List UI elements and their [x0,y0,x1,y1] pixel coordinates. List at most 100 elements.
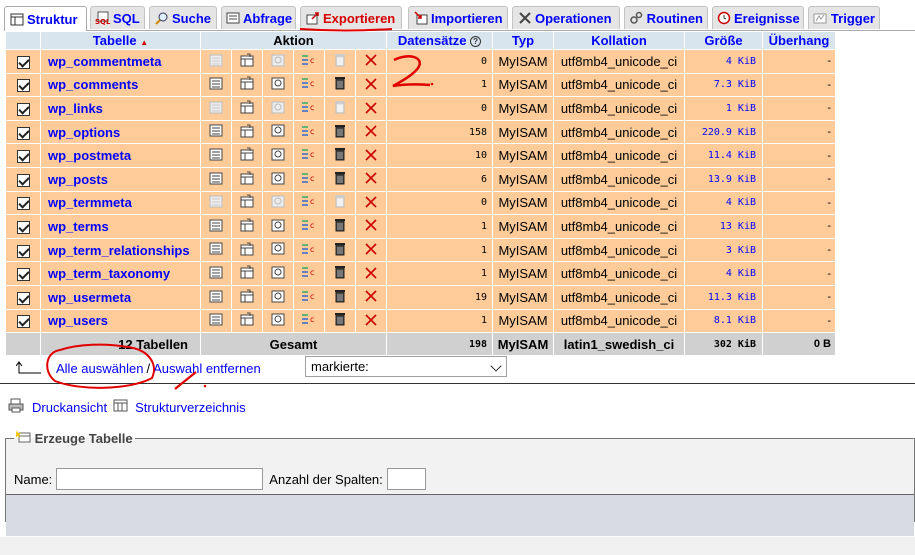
checkbox-checked[interactable] [16,197,30,211]
row-checkbox[interactable] [6,73,40,97]
row-checkbox[interactable] [6,50,40,73]
structure-action[interactable] [232,97,262,120]
structure-action[interactable] [232,262,262,285]
structure-action[interactable] [232,309,262,333]
drop-action[interactable] [356,309,386,333]
browse-action[interactable] [201,120,231,144]
data-dictionary-link[interactable]: Strukturverzeichnis [135,400,246,415]
search-action[interactable] [263,309,293,333]
table-name-link[interactable]: wp_links [41,97,200,120]
search-action[interactable] [263,238,293,262]
checkbox-checked[interactable] [16,173,30,187]
drop-action[interactable] [356,191,386,215]
insert-action[interactable]: c [294,215,324,238]
structure-action[interactable] [232,50,262,73]
insert-action[interactable]: c [294,309,324,333]
drop-action[interactable] [356,167,386,191]
tab-importieren[interactable]: Importieren [408,6,508,29]
structure-action[interactable] [232,167,262,191]
insert-action[interactable]: c [294,73,324,97]
drop-action[interactable] [356,120,386,144]
header-ueberhang[interactable]: Überhang [763,32,835,49]
checkbox-checked[interactable] [16,79,30,93]
structure-action[interactable] [232,144,262,167]
drop-action[interactable] [356,215,386,238]
browse-action[interactable] [201,144,231,167]
row-checkbox[interactable] [6,167,40,191]
table-size-link[interactable]: 13 KiB [685,215,762,238]
tab-abfrage[interactable]: Abfrage [221,6,296,29]
structure-action[interactable] [232,191,262,215]
insert-action[interactable]: c [294,50,324,73]
table-size-link[interactable]: 4 KiB [685,191,762,215]
drop-action[interactable] [356,73,386,97]
table-name-link[interactable]: wp_commentmeta [41,50,200,73]
checkbox-checked[interactable] [16,315,30,329]
empty-action[interactable] [325,167,355,191]
table-size-link[interactable]: 3 KiB [685,238,762,262]
insert-action[interactable]: c [294,120,324,144]
insert-action[interactable]: c [294,191,324,215]
browse-action[interactable] [201,262,231,285]
search-action[interactable] [263,285,293,309]
checkbox-checked[interactable] [16,220,30,234]
drop-action[interactable] [356,50,386,73]
drop-action[interactable] [356,238,386,262]
tab-sql[interactable]: SQL SQL [90,6,145,29]
structure-action[interactable] [232,73,262,97]
empty-action[interactable] [325,262,355,285]
header-typ[interactable]: Typ [493,32,553,49]
table-size-link[interactable]: 7.3 KiB [685,73,762,97]
table-name-link[interactable]: wp_term_relationships [41,238,200,262]
row-checkbox[interactable] [6,97,40,120]
table-name-input[interactable] [56,468,264,490]
table-size-link[interactable]: 13.9 KiB [685,167,762,191]
table-name-link[interactable]: wp_usermeta [41,285,200,309]
empty-action[interactable] [325,73,355,97]
row-checkbox[interactable] [6,120,40,144]
insert-action[interactable]: c [294,285,324,309]
browse-action[interactable] [201,285,231,309]
drop-action[interactable] [356,144,386,167]
structure-action[interactable] [232,238,262,262]
empty-action[interactable] [325,215,355,238]
checkbox-checked[interactable] [16,268,30,282]
insert-action[interactable]: c [294,238,324,262]
print-view-link[interactable]: Druckansicht [32,400,107,415]
search-action[interactable] [263,215,293,238]
row-checkbox[interactable] [6,238,40,262]
checkbox-checked[interactable] [16,55,30,69]
empty-action[interactable] [325,285,355,309]
deselect-all-link[interactable]: Auswahl entfernen [153,361,261,376]
row-checkbox[interactable] [6,309,40,333]
insert-action[interactable]: c [294,97,324,120]
row-checkbox[interactable] [6,191,40,215]
row-checkbox[interactable] [6,215,40,238]
empty-action[interactable] [325,120,355,144]
structure-action[interactable] [232,215,262,238]
checkbox-checked[interactable] [16,103,30,117]
structure-action[interactable] [232,285,262,309]
help-icon[interactable]: ? [470,36,482,48]
table-size-link[interactable]: 8.1 KiB [685,309,762,333]
browse-action[interactable] [201,215,231,238]
tab-ereignisse[interactable]: Ereignisse [712,6,804,29]
table-name-link[interactable]: wp_users [41,309,200,333]
table-size-link[interactable]: 11.4 KiB [685,144,762,167]
tab-trigger[interactable]: Trigger [808,6,880,29]
checkbox-checked[interactable] [16,291,30,305]
tab-suche[interactable]: Suche [149,6,217,29]
tab-operationen[interactable]: Operationen [512,6,620,29]
drop-action[interactable] [356,285,386,309]
column-count-input[interactable] [386,468,426,490]
empty-action[interactable] [325,309,355,333]
empty-action[interactable] [325,144,355,167]
browse-action[interactable] [201,309,231,333]
browse-action[interactable] [201,167,231,191]
table-name-link[interactable]: wp_comments [41,73,200,97]
search-action[interactable] [263,73,293,97]
table-name-link[interactable]: wp_postmeta [41,144,200,167]
checkbox-checked[interactable] [16,126,30,140]
insert-action[interactable]: c [294,167,324,191]
tab-routinen[interactable]: Routinen [624,6,708,29]
